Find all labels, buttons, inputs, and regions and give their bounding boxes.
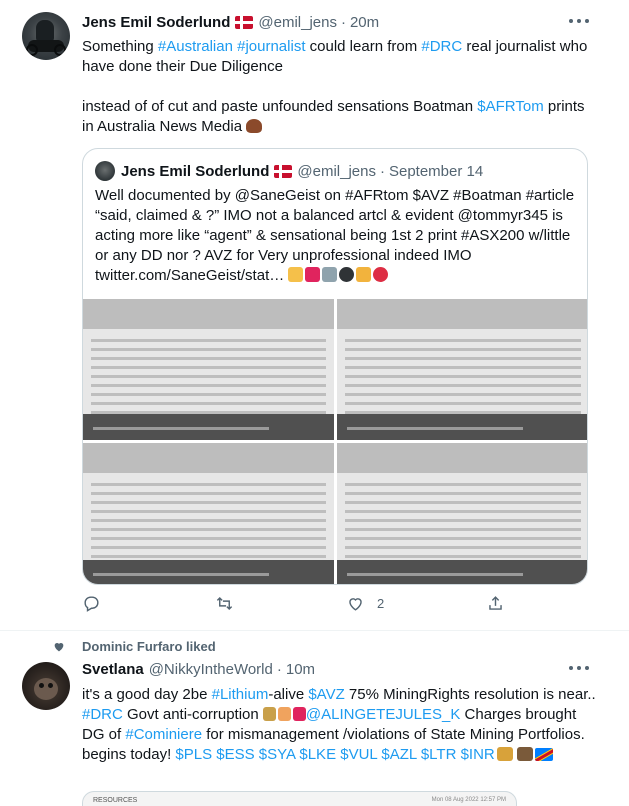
hashtag-link[interactable]: #DRC bbox=[82, 706, 123, 723]
quote-media-grid[interactable] bbox=[83, 299, 587, 584]
dancer-emoji-icon bbox=[292, 707, 306, 721]
drc-flag-icon bbox=[534, 748, 553, 761]
media-thumbnail[interactable] bbox=[337, 299, 587, 440]
weightlifter-emoji-icon bbox=[262, 707, 276, 721]
tweet-media[interactable]: RESOURCES Mon 08 Aug 2022 12:57 PM bbox=[82, 791, 517, 806]
like-button[interactable]: 2 bbox=[346, 594, 384, 613]
avatar[interactable] bbox=[22, 662, 70, 710]
denmark-flag-icon bbox=[274, 164, 293, 178]
avatar-eye bbox=[39, 683, 44, 688]
dancer-emoji-icon bbox=[277, 707, 291, 721]
separator-dot: · bbox=[340, 13, 346, 31]
media-thumbnail[interactable] bbox=[83, 443, 334, 584]
quote-date: September 14 bbox=[388, 162, 484, 180]
more-icon[interactable] bbox=[569, 661, 589, 675]
media-thumbnail[interactable] bbox=[83, 299, 334, 440]
tweet-text: it's a good day 2be #Lithium-alive $AVZ … bbox=[82, 685, 597, 765]
tweet-1[interactable]: Jens Emil Soderlund @emil_jens · 20m Som… bbox=[0, 0, 629, 631]
tweet-time[interactable]: 10m bbox=[286, 661, 315, 678]
tweet-2[interactable]: Dominic Furfaro liked Svetlana @NikkyInt… bbox=[0, 632, 629, 806]
quote-header: Jens Emil Soderlund @emil_jens · Septemb… bbox=[95, 161, 483, 181]
tweet-time[interactable]: 20m bbox=[350, 14, 379, 31]
denmark-flag-icon bbox=[235, 15, 254, 29]
heart-icon bbox=[54, 642, 64, 652]
scales-emoji-icon bbox=[496, 747, 513, 761]
mention-link[interactable]: @ALINGETEJULES_K bbox=[306, 706, 460, 723]
quote-author-name: Jens Emil Soderlund bbox=[121, 162, 270, 180]
author-name[interactable]: Svetlana bbox=[82, 661, 144, 678]
text-span: could learn from bbox=[305, 38, 422, 55]
tweet-actions: 2 bbox=[82, 594, 512, 618]
author-handle[interactable]: @NikkyIntheWorld bbox=[149, 661, 273, 678]
newspaper-emoji-icon bbox=[322, 267, 338, 282]
media-label: RESOURCES bbox=[93, 797, 138, 804]
cashtag-link[interactable]: $AVZ bbox=[308, 686, 344, 703]
avatar-eye bbox=[48, 683, 53, 688]
share-icon bbox=[489, 596, 502, 610]
author-handle[interactable]: @emil_jens bbox=[258, 14, 337, 31]
tweet-text: instead of of cut and paste unfounded se… bbox=[82, 97, 597, 137]
quote-author-handle: @emil_jens bbox=[297, 162, 376, 180]
text-span: instead of of cut and paste unfounded se… bbox=[82, 98, 478, 115]
cashtag-link[interactable]: $PLS $ESS $SYA $LKE $VUL $AZL $LTR $INR bbox=[175, 746, 494, 763]
text-span: Govt anti-corruption bbox=[122, 706, 263, 723]
hashtag-link[interactable]: #Lithium bbox=[212, 686, 269, 703]
tweet-header: Svetlana @NikkyIntheWorld · 10m bbox=[82, 659, 315, 679]
like-icon bbox=[349, 598, 362, 611]
quote-avatar bbox=[95, 161, 115, 181]
retweet-button[interactable] bbox=[215, 594, 246, 613]
text-span: it's a good day 2be bbox=[82, 686, 212, 703]
avatar-wheel bbox=[26, 44, 38, 56]
phone-emoji-icon bbox=[339, 267, 355, 282]
quote-text: Well documented by @SaneGeist on #AFRtom… bbox=[95, 186, 579, 286]
text-span: -alive bbox=[268, 686, 309, 703]
separator-dot: · bbox=[379, 162, 385, 180]
avatar-face bbox=[34, 678, 58, 700]
share-button[interactable] bbox=[486, 594, 517, 613]
hashtag-link[interactable]: #journalist bbox=[237, 38, 305, 55]
media-thumbnail[interactable] bbox=[337, 443, 587, 584]
hashtag-link[interactable]: #Cominiere bbox=[125, 726, 202, 743]
hashtag-link[interactable]: #DRC bbox=[421, 38, 462, 55]
social-context[interactable]: Dominic Furfaro liked bbox=[82, 638, 216, 654]
writing-hand-emoji-icon bbox=[356, 267, 372, 282]
stop-sign-emoji-icon bbox=[373, 267, 389, 282]
avatar-wheel bbox=[54, 44, 66, 56]
tweet-header: Jens Emil Soderlund @emil_jens · 20m bbox=[82, 12, 379, 32]
cashtag-link[interactable]: $AFRTom bbox=[477, 98, 543, 115]
hashtag-link[interactable]: #Australian bbox=[158, 38, 233, 55]
hundred-emoji-icon bbox=[305, 267, 321, 282]
point-down-emoji-icon bbox=[288, 267, 304, 282]
like-count: 2 bbox=[377, 596, 385, 611]
avatar-rider bbox=[36, 20, 54, 42]
quoted-tweet[interactable]: Jens Emil Soderlund @emil_jens · Septemb… bbox=[82, 148, 588, 585]
separator-dot: · bbox=[276, 660, 282, 678]
pick-emoji-icon bbox=[516, 747, 533, 761]
reply-icon bbox=[84, 596, 99, 612]
poo-emoji-icon bbox=[246, 119, 263, 133]
more-icon[interactable] bbox=[569, 14, 589, 28]
text-span: 75% MiningRights resolution is near.. bbox=[344, 686, 596, 703]
reply-button[interactable] bbox=[82, 594, 113, 613]
media-date: Mon 08 Aug 2022 12:57 PM bbox=[431, 797, 506, 803]
retweet-icon bbox=[216, 596, 233, 611]
tweet-text: Something #Australian #journalist could … bbox=[82, 37, 597, 77]
author-name[interactable]: Jens Emil Soderlund bbox=[82, 14, 230, 31]
emoji-row bbox=[288, 267, 389, 282]
avatar[interactable] bbox=[22, 12, 70, 60]
text-span: Something bbox=[82, 38, 158, 55]
